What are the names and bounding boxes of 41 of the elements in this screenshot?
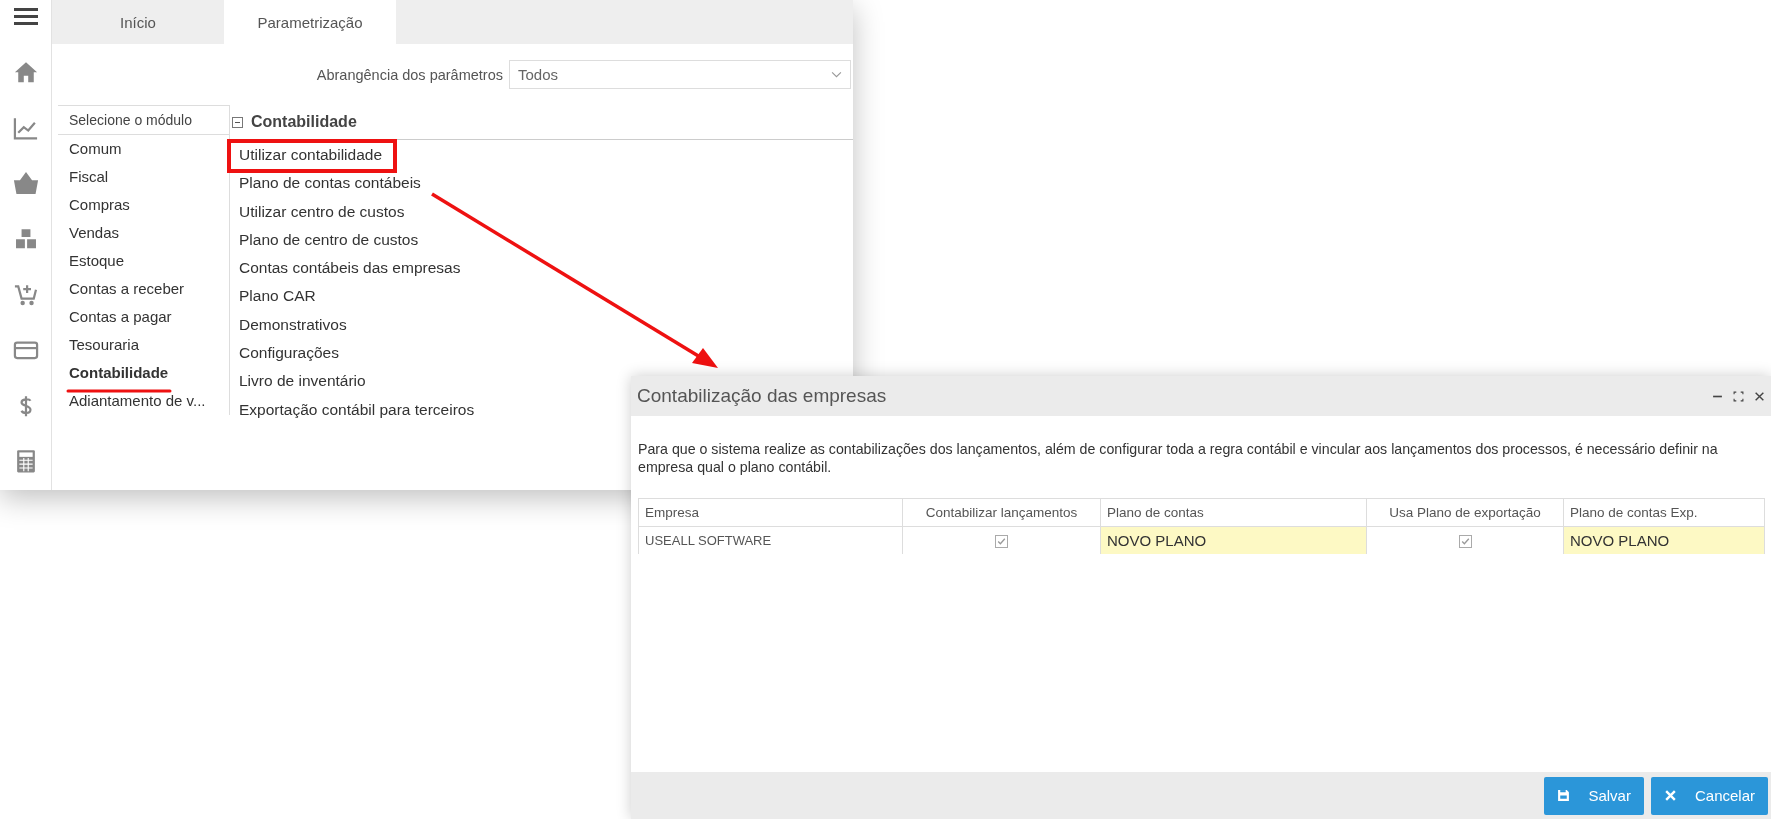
basket-icon[interactable]	[11, 170, 40, 197]
module-item[interactable]: Fiscal	[58, 163, 229, 191]
parameter-item[interactable]: Plano de contas contábeis	[230, 169, 853, 198]
module-item[interactable]: Adiantamento de v...	[58, 387, 229, 415]
menu-icon[interactable]	[13, 8, 38, 26]
maximize-icon[interactable]	[1733, 390, 1744, 402]
parameter-item[interactable]: Contas contábeis das empresas	[230, 254, 853, 283]
column-header: Contabilizar lançamentos	[902, 498, 1101, 527]
tab[interactable]: Parametrização	[224, 0, 396, 44]
scope-select[interactable]: Todos	[509, 60, 851, 89]
checkbox[interactable]	[995, 534, 1008, 548]
module-item[interactable]: Contas a pagar	[58, 303, 229, 331]
tab[interactable]: Início	[52, 0, 224, 44]
parameter-item[interactable]: Plano de centro de custos	[230, 225, 853, 255]
checkbox[interactable]	[1458, 534, 1472, 548]
parameter-item[interactable]: Configurações	[230, 339, 853, 368]
module-item[interactable]: Contabilidade	[58, 359, 229, 387]
parameter-item[interactable]: Demonstrativos	[230, 310, 853, 340]
description-text: Para que o sistema realize as contabilizações dos lançamentos, além de configurar toda a regra contábil e vincular aos lançamentos dos processos, é necessário definir na empresa qual o plano contábil.	[638, 440, 1719, 476]
parameter-item[interactable]: Utilizar centro de custos	[230, 197, 853, 226]
section-title: Contabilidade	[251, 113, 357, 131]
module-item[interactable]: Comum	[58, 135, 229, 163]
module-item[interactable]: Vendas	[58, 219, 229, 247]
table-cell: USEALL SOFTWARE	[645, 533, 772, 548]
parameter-item[interactable]: Utilizar contabilidade	[230, 141, 853, 170]
module-item[interactable]: Contas a receber	[58, 275, 229, 303]
collapse-toggle-icon[interactable]	[232, 116, 243, 128]
scope-label: Abrangência dos parâmetros	[316, 66, 503, 83]
column-header: Plano de contas Exp.	[1563, 498, 1765, 527]
chevron-down-icon	[831, 71, 842, 78]
column-header: Plano de contas	[1100, 498, 1367, 527]
column-header: Empresa	[638, 498, 903, 527]
close-icon	[1663, 789, 1677, 802]
module-item[interactable]: Tesouraria	[58, 331, 229, 359]
module-item[interactable]: Compras	[58, 191, 229, 219]
parameter-item[interactable]: Plano CAR	[230, 282, 853, 311]
module-item[interactable]: Estoque	[58, 247, 229, 275]
dialog-title: Contabilização das empresas	[637, 385, 887, 407]
close-icon[interactable]	[1754, 390, 1765, 402]
module-list-header: Selecione o módulo	[58, 105, 229, 135]
column-header: Usa Plano de exportação	[1366, 498, 1564, 527]
